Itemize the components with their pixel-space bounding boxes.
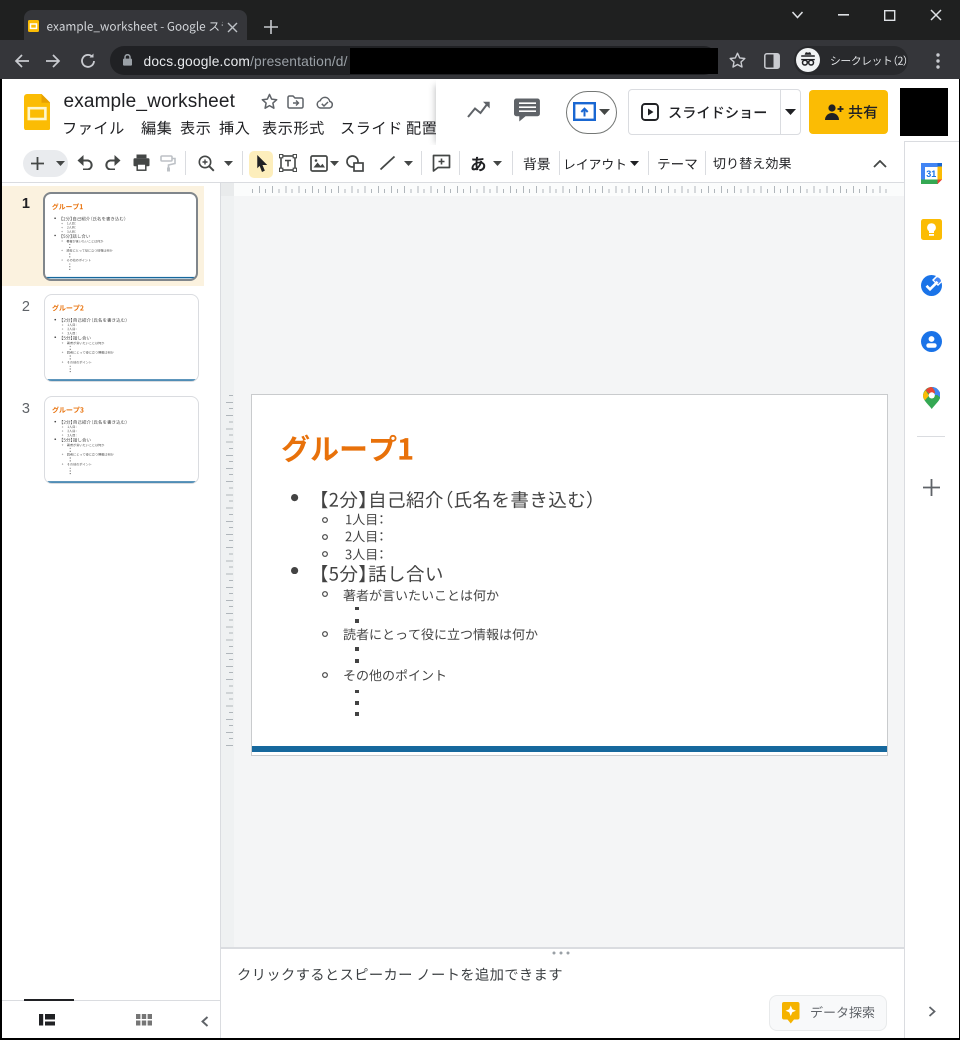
svg-text:31: 31 — [926, 169, 936, 179]
